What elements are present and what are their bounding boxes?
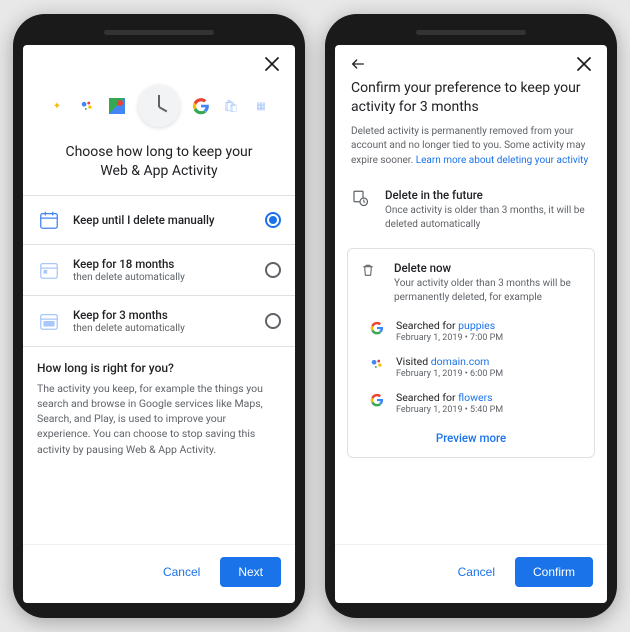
info-body: The activity you keep, for example the t…	[37, 381, 281, 457]
footer-actions: Cancel Next	[23, 544, 295, 603]
example-term[interactable]: domain.com	[431, 355, 490, 368]
preview-more-link[interactable]: Preview more	[348, 421, 594, 451]
radio-unselected[interactable]	[265, 313, 281, 329]
example-prefix: Visited	[396, 355, 431, 368]
option-3-months[interactable]: Keep for 3 months then delete automatica…	[23, 296, 295, 347]
example-prefix: Searched for	[396, 319, 458, 332]
option-label: Keep for 3 months	[73, 308, 265, 322]
assistant-icon	[368, 355, 386, 373]
confirm-button[interactable]: Confirm	[515, 557, 593, 587]
example-item: Visited domain.com February 1, 2019 • 6:…	[348, 349, 594, 385]
hero-icon-row: ✦ 🛍 ▦	[23, 79, 295, 137]
phone-right: Confirm your preference to keep your act…	[325, 14, 617, 618]
phone-speaker	[104, 30, 214, 35]
grid-icon: ▦	[252, 97, 270, 115]
calendar-icon	[37, 208, 61, 232]
example-item: Searched for puppies February 1, 2019 • …	[348, 313, 594, 349]
google-g-icon	[192, 97, 210, 115]
future-title: Delete in the future	[385, 188, 591, 202]
option-label: Keep for 18 months	[73, 257, 265, 271]
trash-icon	[360, 261, 382, 305]
google-g-icon	[368, 391, 386, 409]
duration-options: Keep until I delete manually Keep for 18…	[23, 195, 295, 347]
close-icon[interactable]	[575, 55, 593, 73]
learn-more-link[interactable]: Learn more about deleting your activity	[416, 155, 589, 166]
example-prefix: Searched for	[396, 391, 458, 404]
sparkle-icon: ✦	[48, 97, 66, 115]
close-icon[interactable]	[263, 55, 281, 73]
info-title: How long is right for you?	[37, 361, 281, 375]
example-term[interactable]: flowers	[458, 391, 492, 404]
shopping-icon: 🛍	[222, 97, 240, 115]
option-sub: then delete automatically	[73, 272, 265, 283]
google-g-icon	[368, 319, 386, 337]
calendar-icon	[37, 258, 61, 282]
calendar-icon	[37, 309, 61, 333]
footer-actions: Cancel Confirm	[335, 544, 607, 603]
example-term[interactable]: puppies	[458, 319, 495, 332]
example-time: February 1, 2019 • 6:00 PM	[396, 369, 582, 379]
option-sub: then delete automatically	[73, 323, 265, 334]
future-desc: Once activity is older than 3 months, it…	[385, 204, 591, 232]
assistant-icon	[78, 97, 96, 115]
schedule-delete-icon	[351, 188, 373, 232]
phone-left: ✦ 🛍 ▦ Choose how long to keep your Web &…	[13, 14, 305, 618]
clock-icon	[138, 85, 180, 127]
page-subtitle: Deleted activity is permanently removed …	[335, 123, 607, 177]
cancel-button[interactable]: Cancel	[149, 557, 214, 587]
radio-selected[interactable]	[265, 212, 281, 228]
delete-now-card: Delete now Your activity older than 3 mo…	[347, 248, 595, 458]
option-label: Keep until I delete manually	[73, 213, 265, 227]
example-time: February 1, 2019 • 7:00 PM	[396, 333, 582, 343]
radio-unselected[interactable]	[265, 262, 281, 278]
example-item: Searched for flowers February 1, 2019 • …	[348, 385, 594, 421]
now-desc: Your activity older than 3 months will b…	[394, 277, 582, 305]
cancel-button[interactable]: Cancel	[444, 557, 509, 587]
example-time: February 1, 2019 • 5:40 PM	[396, 405, 582, 415]
delete-now-section: Delete now Your activity older than 3 mo…	[348, 249, 594, 313]
screen-confirm: Confirm your preference to keep your act…	[335, 45, 607, 603]
info-section: How long is right for you? The activity …	[23, 347, 295, 467]
screen-choose-duration: ✦ 🛍 ▦ Choose how long to keep your Web &…	[23, 45, 295, 603]
example-list: Searched for puppies February 1, 2019 • …	[348, 313, 594, 421]
phone-speaker	[416, 30, 526, 35]
option-manual[interactable]: Keep until I delete manually	[23, 196, 295, 245]
page-title: Confirm your preference to keep your act…	[335, 79, 607, 123]
back-icon[interactable]	[349, 55, 367, 73]
option-18-months[interactable]: Keep for 18 months then delete automatic…	[23, 245, 295, 296]
now-title: Delete now	[394, 261, 582, 275]
maps-icon	[108, 97, 126, 115]
next-button[interactable]: Next	[220, 557, 281, 587]
delete-future-section: Delete in the future Once activity is ol…	[335, 176, 607, 242]
page-title: Choose how long to keep your Web & App A…	[23, 137, 295, 195]
